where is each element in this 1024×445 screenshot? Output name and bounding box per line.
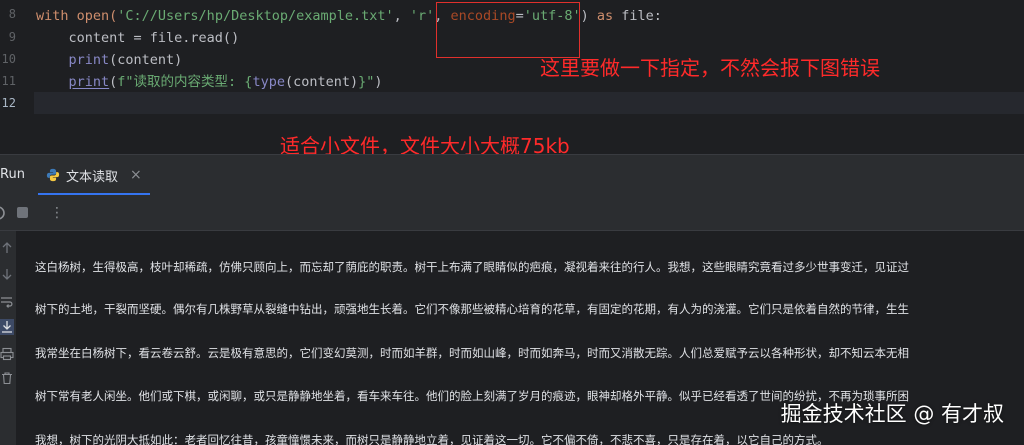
current-line-highlight bbox=[34, 92, 1024, 114]
soft-wrap-icon[interactable] bbox=[0, 295, 14, 309]
console-line: 树下的土地，干裂而坚硬。偶尔有几株野草从裂缝中钻出，顽强地生长着。它们不像那些被… bbox=[35, 302, 909, 316]
as-keyword: as bbox=[596, 8, 614, 24]
code-line-10[interactable]: print(content) bbox=[36, 49, 183, 71]
console-line: 我想，树下的光阴大抵如此：老者回忆往昔，孩童憧憬未来，而树只是静静地立着，见证着… bbox=[35, 433, 829, 445]
console-line: 这白杨树，生得极高，枝叶却稀疏，仿佛只顾向上，而忘却了荫庇的职责。树干上布满了眼… bbox=[35, 260, 909, 274]
fstring: f"读取的内容类型: { bbox=[117, 74, 253, 90]
arrow-down-icon[interactable] bbox=[0, 267, 14, 281]
mode-string: 'r' bbox=[409, 8, 435, 24]
tab-title: 文本读取 bbox=[66, 169, 119, 185]
trash-icon[interactable] bbox=[0, 371, 14, 385]
python-icon bbox=[46, 168, 60, 182]
print-builtin: print bbox=[68, 74, 110, 90]
print-builtin: print bbox=[68, 52, 110, 68]
type-builtin: type bbox=[252, 74, 285, 90]
watermark: 掘金技术社区 @ 有才叔 bbox=[780, 402, 1004, 426]
line-number: 8 bbox=[8, 7, 16, 21]
rerun-icon[interactable] bbox=[0, 206, 5, 220]
line-number: 9 bbox=[8, 30, 16, 44]
run-panel-header: Run 文本读取 × bbox=[0, 155, 1024, 195]
line-number: 11 bbox=[1, 74, 16, 88]
code-line-11[interactable]: print(f"读取的内容类型: {type(content)}") bbox=[36, 71, 383, 93]
arrow-up-icon[interactable] bbox=[0, 241, 14, 255]
path-string: 'C://Users/hp/Desktop/example.txt' bbox=[117, 8, 394, 24]
scroll-to-end-icon[interactable] bbox=[0, 319, 14, 335]
line-number: 10 bbox=[1, 52, 16, 66]
annotation-highlight-box bbox=[436, 2, 580, 58]
console-line: 树下常有老人闲坐。他们或下棋，或闲聊，或只是静静地坐着，看车来车往。他们的脸上刻… bbox=[35, 389, 909, 403]
close-icon[interactable]: × bbox=[130, 167, 142, 183]
run-panel-label: Run bbox=[0, 167, 25, 182]
annotation-encoding-note: 这里要做一下指定，不然会报下图错误 bbox=[540, 56, 880, 80]
console-line: 我常坐在白杨树下，看云卷云舒。云是极有意思的，它们变幻莫测，时而如羊群，时而如山… bbox=[35, 346, 909, 360]
code-line-9[interactable]: content = file.read() bbox=[36, 27, 240, 49]
stop-icon[interactable] bbox=[17, 207, 28, 218]
line-number-current: 12 bbox=[1, 96, 16, 110]
with-keyword: with open( bbox=[36, 8, 118, 24]
code-editor[interactable]: 8 9 10 11 12 with open('C://Users/hp/Des… bbox=[0, 0, 1024, 130]
run-toolbar: ⋮ bbox=[0, 195, 1024, 231]
line-number-gutter: 8 9 10 11 12 bbox=[0, 0, 34, 130]
tab-run-config[interactable]: 文本读取 × bbox=[38, 155, 150, 195]
more-options-icon[interactable]: ⋮ bbox=[50, 205, 64, 221]
console-side-toolbar bbox=[0, 231, 16, 445]
print-icon[interactable] bbox=[0, 347, 14, 361]
